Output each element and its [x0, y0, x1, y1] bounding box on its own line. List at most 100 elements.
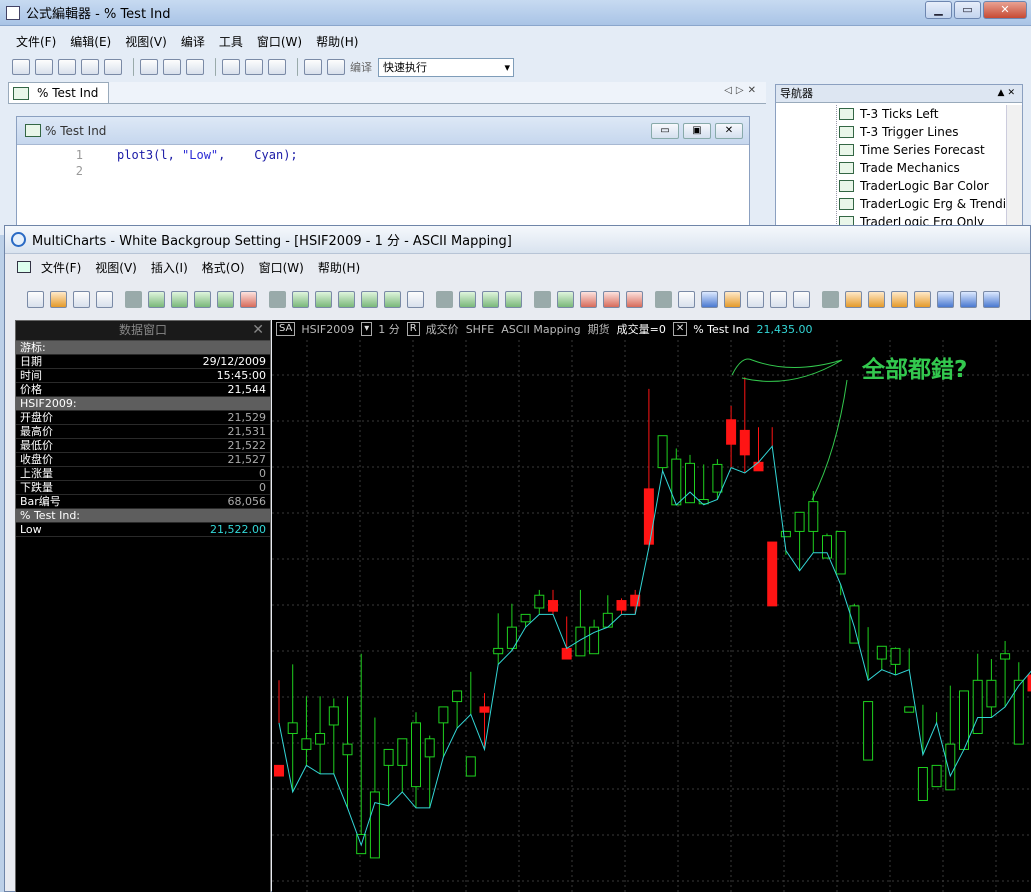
doc-minimize-button[interactable]: ▭: [651, 123, 679, 139]
data-row-label: 收盘价: [20, 453, 53, 466]
mc-titlebar[interactable]: MultiCharts - White Backgroup Setting - …: [5, 226, 1030, 254]
properties-icon[interactable]: [304, 59, 322, 75]
menu-view[interactable]: 视图(V): [125, 33, 167, 50]
status-icon[interactable]: [384, 290, 401, 308]
close-indicator-icon[interactable]: ✕: [672, 322, 688, 336]
navigator-item[interactable]: T-3 Ticks Left: [837, 105, 1006, 123]
new-icon[interactable]: [27, 290, 44, 308]
scroll-up-icon[interactable]: [937, 290, 954, 308]
data-row-label: Low: [20, 523, 42, 536]
maximize-button[interactable]: ▭: [954, 1, 981, 19]
bar-chart-icon[interactable]: [459, 290, 476, 308]
mc-menu-file[interactable]: 文件(F): [41, 259, 81, 276]
strategy-icon[interactable]: [361, 290, 378, 308]
scroll-left-icon[interactable]: [983, 290, 1000, 308]
record-icon[interactable]: [240, 290, 257, 308]
open-icon[interactable]: [35, 59, 53, 75]
hourglass-icon[interactable]: [891, 290, 908, 308]
annotation-scribble: [731, 358, 843, 382]
print-icon[interactable]: [96, 290, 113, 308]
signal-icon[interactable]: [338, 290, 355, 308]
chart-icon[interactable]: [148, 290, 165, 308]
r-dropdown[interactable]: R: [406, 322, 420, 336]
zoom-in-icon[interactable]: [868, 290, 885, 308]
menu-help[interactable]: 帮助(H): [316, 33, 358, 50]
trend-up-icon[interactable]: [557, 290, 574, 308]
comment-icon[interactable]: [724, 290, 741, 308]
symbol-menu-icon[interactable]: ▾: [361, 322, 373, 336]
menu-compile[interactable]: 编译: [181, 33, 205, 50]
compress-icon[interactable]: [914, 290, 931, 308]
navigator-item[interactable]: TraderLogic Erg & Trendir: [837, 195, 1006, 213]
price-chart[interactable]: SA HSIF2009 ▾ 1 分 R 成交价 SHFE ASCII Mappi…: [272, 320, 1031, 892]
data-row-label: 最低价: [20, 439, 53, 452]
histogram-icon[interactable]: [603, 290, 620, 308]
document-titlebar[interactable]: % Test Ind ▭ ▣ ✕: [17, 117, 749, 145]
open-icon[interactable]: [50, 290, 67, 308]
drag-icon[interactable]: [770, 290, 787, 308]
navigator-scrollbar[interactable]: [1006, 105, 1022, 234]
dom-icon[interactable]: [194, 290, 211, 308]
plus-icon[interactable]: [747, 290, 764, 308]
mc-menu-insert[interactable]: 插入(I): [151, 259, 188, 276]
mc-menu-window[interactable]: 窗口(W): [259, 259, 304, 276]
portfolio-icon[interactable]: [217, 290, 234, 308]
editor-titlebar[interactable]: 公式編輯器 - % Test Ind ▁ ▭ ✕: [0, 0, 1031, 26]
navigator-item[interactable]: Time Series Forecast: [837, 141, 1006, 159]
layout-2-icon[interactable]: [245, 59, 263, 75]
indicator-value: 21,435.00: [756, 322, 813, 336]
trend-down-icon[interactable]: [580, 290, 597, 308]
shapes-icon[interactable]: [626, 290, 643, 308]
pointer-icon[interactable]: [678, 290, 695, 308]
close-button[interactable]: ✕: [983, 1, 1027, 19]
mc-menu-help[interactable]: 帮助(H): [318, 259, 360, 276]
data-window-icon[interactable]: [793, 290, 810, 308]
layout-1-icon[interactable]: [222, 59, 240, 75]
menu-file[interactable]: 文件(F): [16, 33, 56, 50]
navigator-item[interactable]: TraderLogic Bar Color: [837, 177, 1006, 195]
scroll-down-icon[interactable]: [960, 290, 977, 308]
navigator-item[interactable]: T-3 Trigger Lines: [837, 123, 1006, 141]
compile-label[interactable]: 编译: [350, 59, 372, 75]
import-icon[interactable]: [104, 59, 122, 75]
insert-study-icon[interactable]: [292, 290, 309, 308]
code-line[interactable]: [117, 163, 298, 179]
scanner-icon[interactable]: [171, 290, 188, 308]
menu-window[interactable]: 窗口(W): [257, 33, 302, 50]
minimize-button[interactable]: ▁: [925, 1, 952, 19]
compile-icon[interactable]: [327, 59, 345, 75]
code-line[interactable]: plot3(l, "Low", Cyan);: [117, 147, 298, 163]
mc-menu-format[interactable]: 格式(O): [202, 259, 245, 276]
toolbar-separator: [133, 58, 134, 76]
mc-menu-view[interactable]: 视图(V): [95, 259, 137, 276]
navigator-item[interactable]: Trade Mechanics: [837, 159, 1006, 177]
navigator-controls[interactable]: ▲✕: [998, 85, 1018, 102]
close-icon[interactable]: ✕: [252, 321, 264, 340]
menu-tools[interactable]: 工具: [219, 33, 243, 50]
grid-icon[interactable]: [407, 290, 424, 308]
redo-icon[interactable]: [163, 59, 181, 75]
new-icon[interactable]: [12, 59, 30, 75]
save-icon[interactable]: [73, 290, 90, 308]
menu-edit[interactable]: 编辑(E): [70, 33, 111, 50]
tab-scroll-controls[interactable]: ◁▷✕: [724, 85, 760, 96]
candle-icon[interactable]: [482, 290, 499, 308]
crosshair-icon[interactable]: [701, 290, 718, 308]
undo-icon[interactable]: [140, 59, 158, 75]
find-icon[interactable]: [186, 59, 204, 75]
zoom-out-icon[interactable]: [845, 290, 862, 308]
quick-exec-select[interactable]: 快速执行: [378, 57, 514, 77]
tab-test-ind[interactable]: % Test Ind: [8, 82, 110, 103]
doc-close-button[interactable]: ✕: [715, 123, 743, 139]
candle-body: [452, 690, 463, 703]
save-icon[interactable]: [58, 59, 76, 75]
format-study-icon[interactable]: [315, 290, 332, 308]
check-icon[interactable]: [505, 290, 522, 308]
chart-window-icon[interactable]: [17, 261, 31, 273]
code-editor[interactable]: 1 2 plot3(l, "Low", Cyan);: [27, 147, 747, 234]
layout-3-icon[interactable]: [268, 59, 286, 75]
data-row-label: 最高价: [20, 425, 53, 438]
sa-dropdown[interactable]: SA: [276, 322, 296, 336]
export-icon[interactable]: [81, 59, 99, 75]
doc-restore-button[interactable]: ▣: [683, 123, 711, 139]
